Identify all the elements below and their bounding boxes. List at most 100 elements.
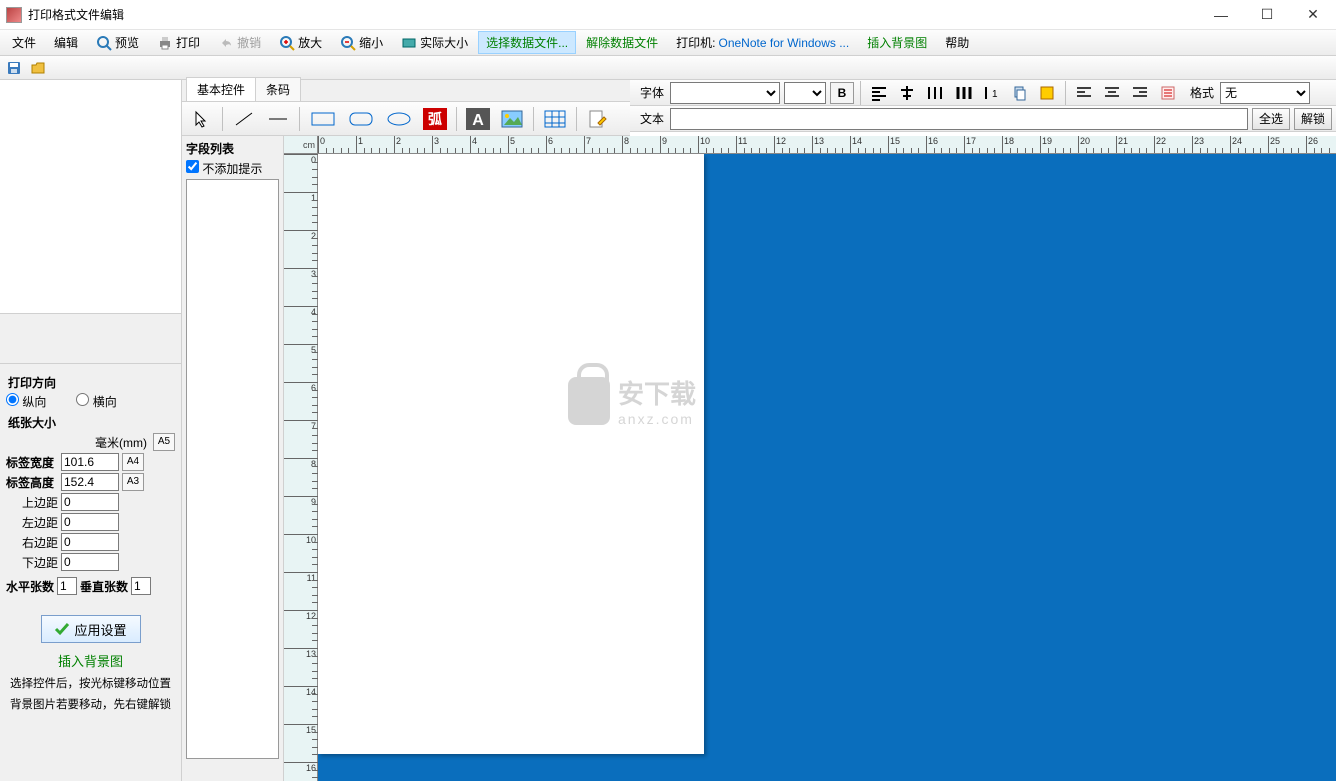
text-input[interactable] [670,108,1248,130]
menu-print[interactable]: 打印 [149,31,208,54]
select-all-button[interactable]: 全选 [1252,108,1290,130]
paper-size-title: 纸张大小 [8,414,175,431]
no-hint-checkbox[interactable]: 不添加提示 [186,162,262,176]
menu-clear-data-file[interactable]: 解除数据文件 [578,31,666,54]
app-icon [6,7,22,23]
svg-text:A: A [472,112,484,129]
menu-select-data-file[interactable]: 选择数据文件... [478,31,576,54]
arc-tool[interactable]: 弧 [420,106,450,132]
menu-bar: 文件 编辑 预览 打印 撤销 放大 缩小 实际大小 选择数据文件... 解除数据… [0,30,1336,56]
font-label: 字体 [640,84,664,101]
minimize-button[interactable]: — [1198,0,1244,30]
hint-text-1: 选择控件后，按光标键移动位置 [6,674,175,695]
magnifier-icon [96,35,112,51]
a3-button[interactable]: A3 [122,473,144,491]
open-button[interactable] [28,58,48,78]
title-bar: 打印格式文件编辑 — ☐ ✕ [0,0,1336,30]
ruler-unit-label: cm [284,136,318,154]
menu-printer-selector[interactable]: 打印机:OneNote for Windows ... [668,31,857,54]
rect-tool[interactable] [306,106,340,132]
ellipse-tool[interactable] [382,106,416,132]
unlock-button[interactable]: 解锁 [1294,108,1332,130]
maximize-button[interactable]: ☐ [1244,0,1290,30]
field-list[interactable] [186,179,279,759]
edit-tool[interactable] [583,106,613,132]
left-panel: 打印方向 纵向 横向 纸张大小 毫米(mm) A5 标签宽度 A4 标签高度 A… [0,80,182,781]
v-count-input[interactable] [131,577,151,595]
spacing-button[interactable]: 1 [979,82,1003,104]
unit-label: 毫米(mm) [95,434,147,451]
line-horiz-tool[interactable] [263,106,293,132]
field-list-panel: 字段列表 不添加提示 [182,136,284,781]
preview-pane [0,80,181,314]
image-tool[interactable] [497,106,527,132]
page[interactable] [318,154,704,754]
check-icon [54,621,70,637]
fill-color-button[interactable] [1035,82,1059,104]
a4-button[interactable]: A4 [122,453,144,471]
bottom-margin-input[interactable] [61,553,119,571]
apply-settings-button[interactable]: 应用设置 [41,615,141,643]
copy-button[interactable] [1007,82,1031,104]
canvas-area: cm 0123456789101112131415161718192021222… [284,136,1336,781]
tab-basic-controls[interactable]: 基本控件 [186,77,256,101]
menu-actual-size[interactable]: 实际大小 [393,31,476,54]
align-left-button[interactable] [867,82,891,104]
distribute-h-button[interactable] [923,82,947,104]
font-family-select[interactable] [670,82,780,104]
text-toolbar: 文本 全选 解锁 [630,106,1336,132]
table-tool[interactable] [540,106,570,132]
text-label: 文本 [640,110,664,127]
menu-zoom-out[interactable]: 缩小 [332,31,391,54]
bold-button[interactable]: B [830,82,854,104]
a5-button[interactable]: A5 [153,433,175,451]
field-list-title: 字段列表 [186,140,279,157]
svg-text:弧: 弧 [428,111,442,127]
font-toolbar: 字体 B 1 格式 [630,80,1336,106]
align-center-h-button[interactable] [895,82,919,104]
text-align-right-button[interactable] [1128,82,1152,104]
landscape-radio[interactable]: 横向 [76,393,116,410]
close-button[interactable]: ✕ [1290,0,1336,30]
portrait-radio[interactable]: 纵向 [6,393,46,410]
insert-background-link[interactable]: 插入背景图 [6,651,175,670]
orientation-title: 打印方向 [8,374,175,391]
font-size-select[interactable] [784,82,826,104]
window-title: 打印格式文件编辑 [28,6,1198,23]
text-align-center-button[interactable] [1100,82,1124,104]
pointer-tool[interactable] [186,106,216,132]
menu-insert-background[interactable]: 插入背景图 [859,31,935,54]
tab-barcode[interactable]: 条码 [255,77,301,101]
menu-undo: 撤销 [210,31,269,54]
top-margin-input[interactable] [61,493,119,511]
svg-text:1: 1 [992,89,998,100]
text-tool[interactable]: A [463,106,493,132]
format-select[interactable]: 无 [1220,82,1310,104]
round-rect-tool[interactable] [344,106,378,132]
properties-button[interactable] [1156,82,1180,104]
tool-tabs: 基本控件 条码 [182,80,630,102]
line-diag-tool[interactable] [229,106,259,132]
printer-icon [157,35,173,51]
format-label: 格式 [1190,84,1214,101]
zoom-in-icon [279,35,295,51]
distribute-v-button[interactable] [951,82,975,104]
zoom-out-icon [340,35,356,51]
menu-edit[interactable]: 编辑 [46,31,86,54]
menu-zoom-in[interactable]: 放大 [271,31,330,54]
shape-toolbar: 弧 A [182,102,630,136]
menu-help[interactable]: 帮助 [937,31,977,54]
h-count-input[interactable] [57,577,77,595]
text-align-left-button[interactable] [1072,82,1096,104]
ruler-vertical: 012345678910111213141516 [284,154,318,781]
label-width-input[interactable] [61,453,119,471]
save-button[interactable] [4,58,24,78]
left-margin-input[interactable] [61,513,119,531]
menu-file[interactable]: 文件 [4,31,44,54]
right-margin-input[interactable] [61,533,119,551]
canvas-viewport[interactable]: 安下载 anxz.com [318,154,1336,781]
label-height-input[interactable] [61,473,119,491]
menu-preview[interactable]: 预览 [88,31,147,54]
ruler-horizontal: 0123456789101112131415161718192021222324… [318,136,1336,154]
undo-icon [218,35,234,51]
